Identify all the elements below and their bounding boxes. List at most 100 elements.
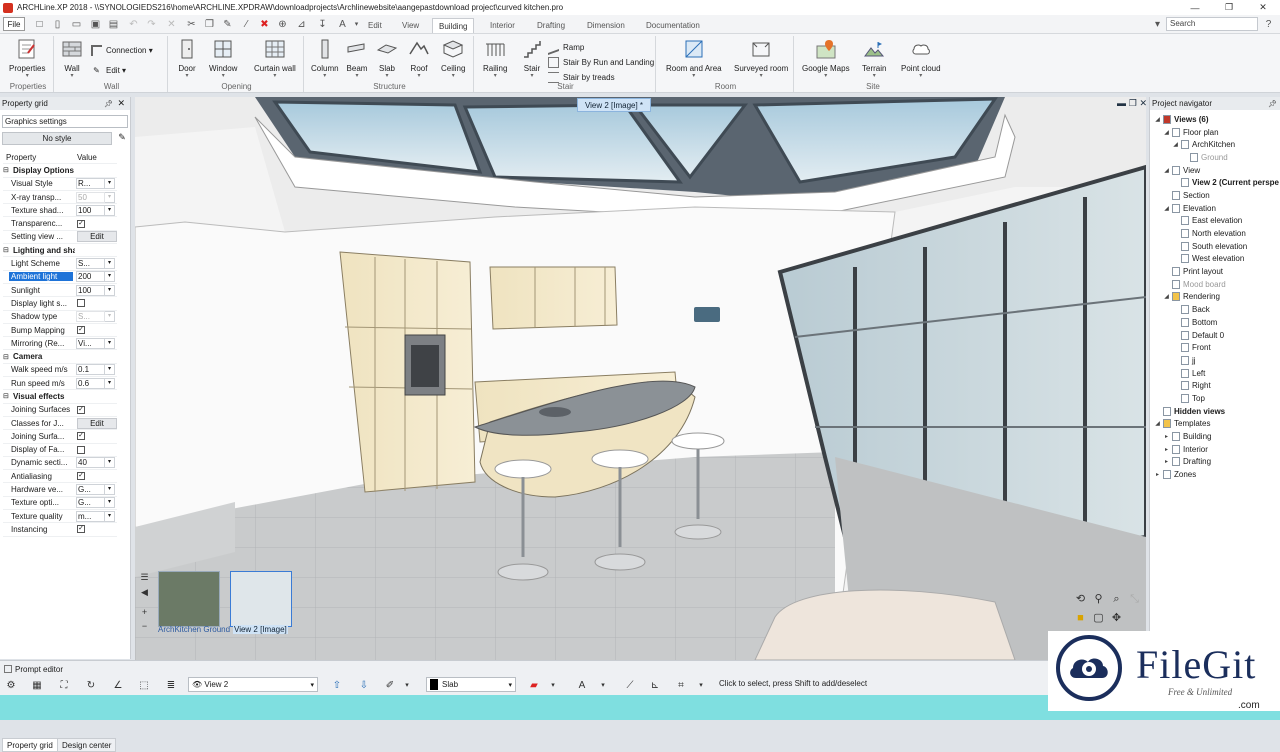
surveyed-room-button[interactable]: Surveyed room ▾ — [734, 38, 788, 79]
property-row[interactable]: Instancing ✓ — [3, 523, 117, 537]
property-value[interactable]: m... — [76, 510, 105, 522]
property-checkbox[interactable]: ✓ — [77, 219, 85, 228]
property-value[interactable]: Vi... — [76, 337, 105, 349]
expand-toggle-icon[interactable]: ◢ — [1163, 167, 1170, 174]
property-row[interactable]: Setting view ... Edit — [3, 231, 117, 245]
collapse-icon[interactable]: ⊟ — [3, 392, 9, 400]
property-value[interactable]: R... — [76, 178, 105, 190]
wall-edit-button[interactable]: ✎ Edit ▾ — [91, 65, 126, 76]
expand-toggle-icon[interactable]: ▸ — [1163, 433, 1170, 440]
door-button[interactable]: Door ▾ — [176, 38, 198, 79]
rotate-icon[interactable]: ↻ — [83, 677, 99, 693]
settings-gear-icon[interactable]: ⚙ — [3, 677, 19, 693]
tree-item[interactable]: Right — [1150, 379, 1280, 392]
terrain-button[interactable]: Terrain ▾ — [862, 38, 886, 79]
property-value[interactable]: 50 — [76, 191, 105, 203]
view-tab[interactable]: View 2 [Image] * — [577, 98, 651, 112]
property-row[interactable]: Texture opti... G... ▾ — [3, 497, 117, 511]
frame-icon[interactable]: ⛶ — [56, 677, 72, 693]
expand-toggle-icon[interactable]: ◢ — [1172, 141, 1179, 148]
navigator-pin-icon[interactable]: 📌︎ — [1268, 100, 1277, 108]
dropdown-arrow-icon[interactable]: ▾ — [105, 377, 115, 389]
layer-tool-dropdown-icon[interactable]: ▾ — [402, 677, 412, 693]
grid-icon[interactable]: ▦ — [29, 677, 45, 693]
dropdown-arrow-icon[interactable]: ▾ — [105, 364, 115, 376]
close-button[interactable]: ✕ — [1246, 0, 1280, 15]
dropdown-arrow-icon[interactable]: ▾ — [105, 258, 115, 270]
property-value[interactable]: 100 — [76, 204, 105, 216]
text-dropdown-icon[interactable]: ▾ — [598, 677, 608, 693]
property-value[interactable]: 0.6 — [76, 377, 105, 389]
expand-toggle-icon[interactable]: ◢ — [1163, 129, 1170, 136]
restore-view-icon[interactable]: ❐ — [1129, 98, 1137, 109]
copy-icon[interactable]: ❐ — [203, 18, 216, 30]
dropdown-arrow-icon[interactable]: ▾ — [105, 204, 115, 216]
property-row[interactable]: Bump Mapping ✓ — [3, 324, 117, 338]
close-panel-icon[interactable]: ✕ — [117, 98, 125, 109]
slab-button[interactable]: Slab ▾ — [376, 38, 398, 79]
dropdown-arrow-icon[interactable]: ▾ — [105, 284, 115, 296]
property-value[interactable]: 100 — [76, 284, 105, 296]
curtain-wall-button[interactable]: Curtain wall ▾ — [254, 38, 296, 79]
tree-item[interactable]: ▸ Zones — [1150, 468, 1280, 481]
dropdown-arrow-icon[interactable]: ▾ — [105, 457, 115, 469]
property-row[interactable]: X-ray transp... 50 ▾ — [3, 191, 117, 205]
stair-button[interactable]: Stair ▾ — [521, 38, 543, 79]
tab-design-center[interactable]: Design center — [57, 738, 117, 752]
maximize-button[interactable]: ❐ — [1212, 0, 1246, 15]
beam-button[interactable]: Beam ▾ — [346, 38, 368, 79]
tree-item[interactable]: Hidden views — [1150, 405, 1280, 418]
property-category[interactable]: ⊟ Visual effects — [3, 390, 117, 404]
tree-item[interactable]: West elevation — [1150, 253, 1280, 266]
property-row[interactable]: Classes for J... Edit — [3, 417, 117, 431]
tree-item[interactable]: ◢ ArchKitchen — [1150, 138, 1280, 151]
dropdown-arrow-icon[interactable]: ▾ — [105, 271, 115, 283]
cut-icon[interactable]: ✂ — [185, 18, 198, 30]
settings-combo[interactable]: Graphics settings — [2, 115, 128, 128]
expand-toggle-icon[interactable]: ▸ — [1154, 471, 1161, 478]
box-icon[interactable]: ■ — [1073, 611, 1088, 626]
tree-item[interactable]: ◢ Views (6) — [1150, 113, 1280, 126]
expand-toggle-icon[interactable]: ▸ — [1163, 446, 1170, 453]
tree-item[interactable]: Mood board — [1150, 278, 1280, 291]
collapse-icon[interactable]: ⊟ — [3, 166, 9, 174]
collapse-icon[interactable]: ⊟ — [3, 353, 9, 361]
tree-item[interactable]: Left — [1150, 367, 1280, 380]
delete-icon[interactable]: ✕ — [165, 18, 178, 30]
property-row[interactable]: Walk speed m/s 0.1 ▾ — [3, 364, 117, 378]
undo-icon[interactable]: ↶ — [127, 18, 140, 30]
search-input[interactable]: Search — [1166, 17, 1258, 31]
layer-tool-icon[interactable]: ✐ — [382, 677, 398, 693]
new-icon[interactable]: □ — [33, 18, 46, 30]
tab-interior[interactable]: Interior — [484, 18, 521, 33]
scroll-left-icon[interactable]: ◀ — [139, 587, 150, 598]
property-checkbox[interactable]: ✓ — [77, 472, 85, 481]
tree-item[interactable]: Top — [1150, 392, 1280, 405]
dropdown-arrow-icon[interactable]: ▾ — [105, 510, 115, 522]
google-maps-button[interactable]: Google Maps ▾ — [802, 38, 850, 79]
tab-building[interactable]: Building — [432, 18, 475, 33]
tree-item[interactable]: ◢ Elevation — [1150, 202, 1280, 215]
line-style-icon[interactable]: ⟋ — [622, 677, 638, 693]
tree-item[interactable]: ▸ Building — [1150, 430, 1280, 443]
property-checkbox[interactable]: ✓ — [77, 432, 85, 441]
remove-view-icon[interactable]: − — [139, 621, 150, 632]
property-value[interactable]: S... — [76, 311, 105, 323]
tab-view[interactable]: View — [396, 18, 425, 33]
property-row[interactable]: Visual Style R... ▾ — [3, 178, 117, 191]
ramp-button[interactable]: Ramp — [548, 39, 584, 56]
thumbnail-archkitchen[interactable] — [158, 571, 220, 627]
stair-run-landing-button[interactable]: Stair By Run and Landing — [548, 57, 654, 68]
measure-icon[interactable]: ⊿ — [295, 18, 308, 30]
ribbon-collapse-icon[interactable]: ▾ — [1151, 18, 1164, 30]
no-style-button[interactable]: No style — [2, 132, 112, 145]
property-row[interactable]: Antialiasing ✓ — [3, 470, 117, 484]
tree-item[interactable]: Section — [1150, 189, 1280, 202]
angle-icon[interactable]: ∠ — [110, 677, 126, 693]
property-category[interactable]: ⊟ Lighting and shadow — [3, 244, 117, 258]
tree-item[interactable]: Print layout — [1150, 265, 1280, 278]
paint-icon[interactable]: ✎ — [221, 18, 234, 30]
expand-toggle-icon[interactable]: ◢ — [1154, 420, 1161, 427]
tree-item[interactable]: Ground — [1150, 151, 1280, 164]
property-category[interactable]: ⊟ Display Options — [3, 164, 117, 178]
